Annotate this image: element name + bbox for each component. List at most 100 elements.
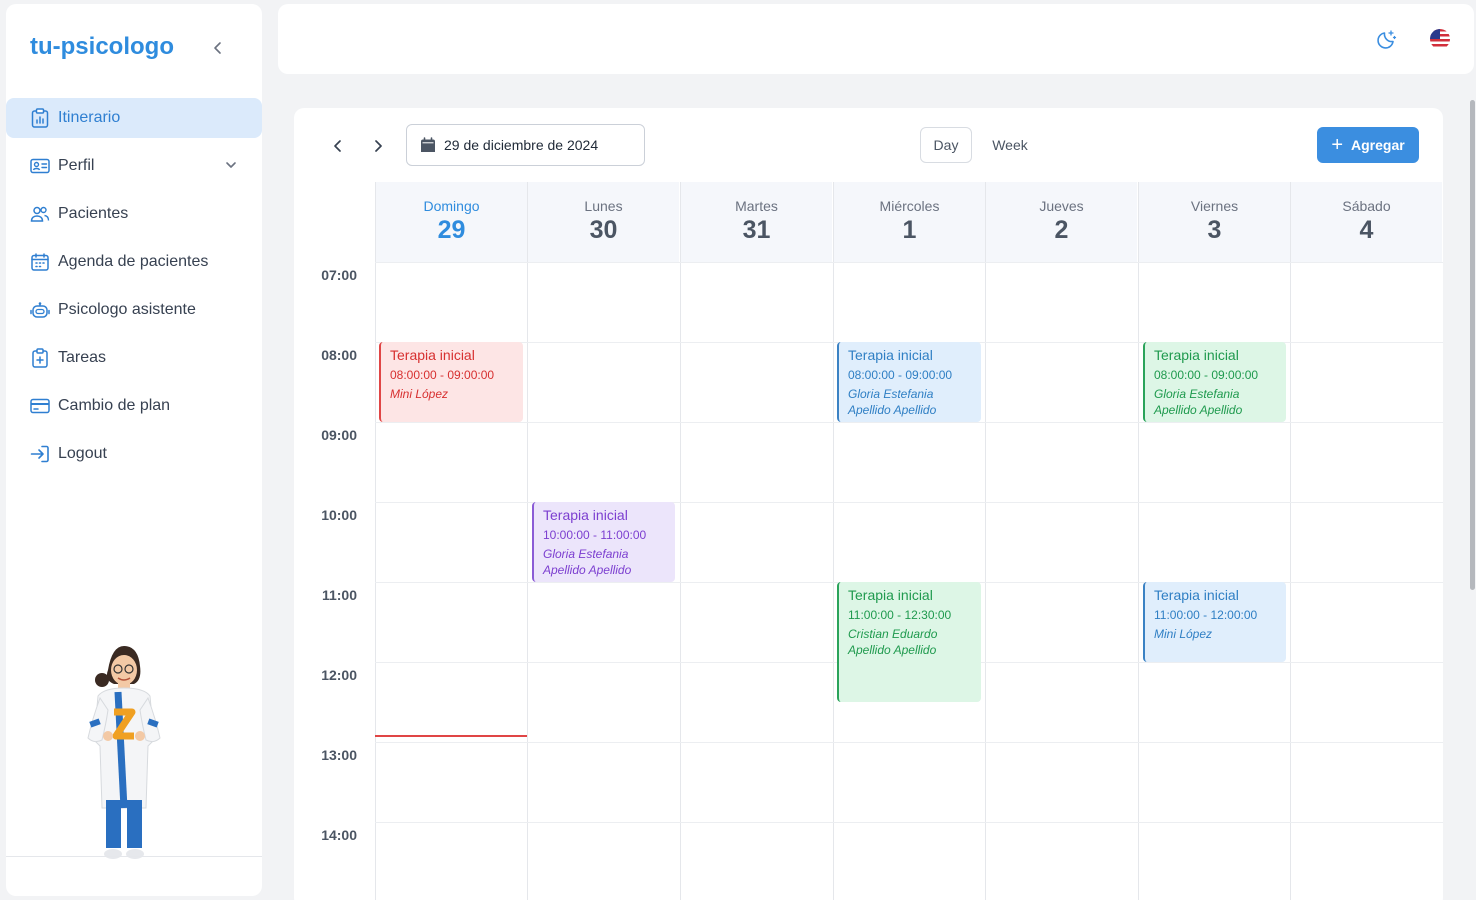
sidebar-item-label: Psicologo asistente <box>58 301 196 318</box>
day-number: 4 <box>1359 216 1374 244</box>
event-patient: Mini López <box>1154 627 1213 641</box>
day-header-viernes[interactable]: Viernes 3 <box>1138 182 1290 262</box>
event-title: Terapia inicial <box>390 347 475 363</box>
appointment-event[interactable]: Terapia inicial 10:00:00 - 11:00:00 Glor… <box>532 502 675 582</box>
language-selector-button[interactable] <box>1428 27 1452 51</box>
week-grid: Domingo 29 Lunes 30 Martes 31 Miércoles … <box>294 182 1443 900</box>
column-divider <box>1290 182 1291 900</box>
hour-label: 07:00 <box>321 267 357 283</box>
current-date-label: 29 de diciembre de 2024 <box>444 137 599 153</box>
chevron-left-icon <box>334 140 341 152</box>
hour-line <box>375 262 1443 263</box>
event-time: 08:00:00 - 09:00:00 <box>1154 368 1259 382</box>
hour-label: 12:00 <box>321 667 357 683</box>
event-title: Terapia inicial <box>1154 347 1239 363</box>
day-header-domingo[interactable]: Domingo 29 <box>375 182 527 262</box>
credit-card-icon <box>30 396 50 416</box>
day-number: 31 <box>742 216 771 244</box>
day-number: 2 <box>1054 216 1069 244</box>
column-divider <box>527 182 528 900</box>
top-bar <box>278 4 1474 74</box>
view-week-button[interactable]: Week <box>984 127 1036 163</box>
clipboard-plus-icon <box>30 348 50 368</box>
sidebar-divider <box>6 856 262 857</box>
event-patient: Cristian Eduardo Apellido Apellido <box>848 627 938 657</box>
sidebar-item-label: Pacientes <box>58 205 129 222</box>
collapse-sidebar-button[interactable] <box>206 36 230 60</box>
event-time: 11:00:00 - 12:30:00 <box>848 608 952 622</box>
day-name: Lunes <box>584 198 623 214</box>
us-flag-icon <box>1430 29 1450 49</box>
id-card-icon <box>30 156 50 176</box>
hour-label: 14:00 <box>321 827 357 843</box>
hour-label: 11:00 <box>321 587 357 603</box>
add-button-label: Agregar <box>1351 137 1405 153</box>
sidebar-item-label: Cambio de plan <box>58 397 171 414</box>
day-name: Miércoles <box>879 198 940 214</box>
chevron-down-icon <box>226 162 236 168</box>
day-header-sabado[interactable]: Sábado 4 <box>1290 182 1442 262</box>
day-header-miercoles[interactable]: Miércoles 1 <box>833 182 985 262</box>
robot-icon <box>30 300 50 320</box>
event-time: 11:00:00 - 12:00:00 <box>1154 608 1258 622</box>
sidebar-item-logout[interactable]: Logout <box>6 434 262 474</box>
hour-line <box>375 822 1443 823</box>
day-header-martes[interactable]: Martes 31 <box>680 182 832 262</box>
add-appointment-button[interactable]: + Agregar <box>1317 127 1419 163</box>
event-patient: Mini López <box>390 387 449 401</box>
hour-label: 08:00 <box>321 347 357 363</box>
day-name: Martes <box>735 198 778 214</box>
appointment-event[interactable]: Terapia inicial 08:00:00 - 09:00:00 Glor… <box>1143 342 1286 422</box>
sidebar-item-label: Logout <box>58 445 107 462</box>
sidebar-item-psicologo-asistente[interactable]: Psicologo asistente <box>6 290 262 330</box>
plus-icon: + <box>1331 134 1343 156</box>
next-week-button[interactable] <box>366 134 390 158</box>
sidebar-item-agenda[interactable]: Agenda de pacientes <box>6 242 262 282</box>
sidebar-item-label: Agenda de pacientes <box>58 253 209 270</box>
page-scrollbar[interactable] <box>1470 100 1475 590</box>
sidebar-item-pacientes[interactable]: Pacientes <box>6 194 262 234</box>
appointment-event[interactable]: Terapia inicial 11:00:00 - 12:00:00 Mini… <box>1143 582 1286 662</box>
chevron-right-icon <box>375 140 382 152</box>
day-number: 30 <box>589 216 618 244</box>
date-picker[interactable]: 29 de diciembre de 2024 <box>406 124 645 166</box>
column-divider <box>375 182 376 900</box>
hour-label: 09:00 <box>321 427 357 443</box>
sidebar-item-tareas[interactable]: Tareas <box>6 338 262 378</box>
appointment-event[interactable]: Terapia inicial 08:00:00 - 09:00:00 Mini… <box>379 342 523 422</box>
day-name: Domingo <box>423 198 480 214</box>
sidebar-item-cambio-de-plan[interactable]: Cambio de plan <box>6 386 262 426</box>
sidebar-item-itinerario[interactable]: Itinerario <box>6 98 262 138</box>
day-header-lunes[interactable]: Lunes 30 <box>527 182 679 262</box>
sidebar-nav: Itinerario Perfil Pacientes Agenda de pa… <box>6 98 262 482</box>
psychologist-mascot-illustration <box>87 646 161 859</box>
event-patient: Gloria Estefania Apellido Apellido <box>1154 387 1243 417</box>
day-name: Jueves <box>1039 198 1084 214</box>
day-number: 29 <box>437 216 466 244</box>
column-divider <box>833 182 834 900</box>
day-name: Sábado <box>1342 198 1391 214</box>
hour-label: 10:00 <box>321 507 357 523</box>
appointment-event[interactable]: Terapia inicial 11:00:00 - 12:30:00 Cris… <box>837 582 981 702</box>
day-number: 3 <box>1207 216 1222 244</box>
calendar-panel: 29 de diciembre de 2024 Day Week + Agreg… <box>294 108 1443 900</box>
hour-line <box>375 742 1443 743</box>
view-day-button[interactable]: Day <box>920 127 972 163</box>
event-patient: Gloria Estefania Apellido Apellido <box>543 547 632 577</box>
brand-logo[interactable]: tu-psicologo <box>30 33 174 61</box>
sidebar-item-perfil[interactable]: Perfil <box>6 146 262 186</box>
day-header-jueves[interactable]: Jueves 2 <box>985 182 1137 262</box>
theme-toggle-button[interactable] <box>1376 28 1398 50</box>
column-divider <box>680 182 681 900</box>
chevron-left-icon <box>214 42 221 54</box>
sidebar-item-label: Tareas <box>58 349 107 366</box>
event-time: 10:00:00 - 11:00:00 <box>543 528 647 542</box>
event-patient: Gloria Estefania Apellido Apellido <box>848 387 937 417</box>
logout-icon <box>30 444 50 464</box>
previous-week-button[interactable] <box>326 134 350 158</box>
appointment-event[interactable]: Terapia inicial 08:00:00 - 09:00:00 Glor… <box>837 342 981 422</box>
event-time: 08:00:00 - 09:00:00 <box>390 368 495 382</box>
sidebar-item-label: Itinerario <box>58 109 121 126</box>
event-title: Terapia inicial <box>1154 587 1239 603</box>
sidebar-item-label: Perfil <box>58 157 95 174</box>
